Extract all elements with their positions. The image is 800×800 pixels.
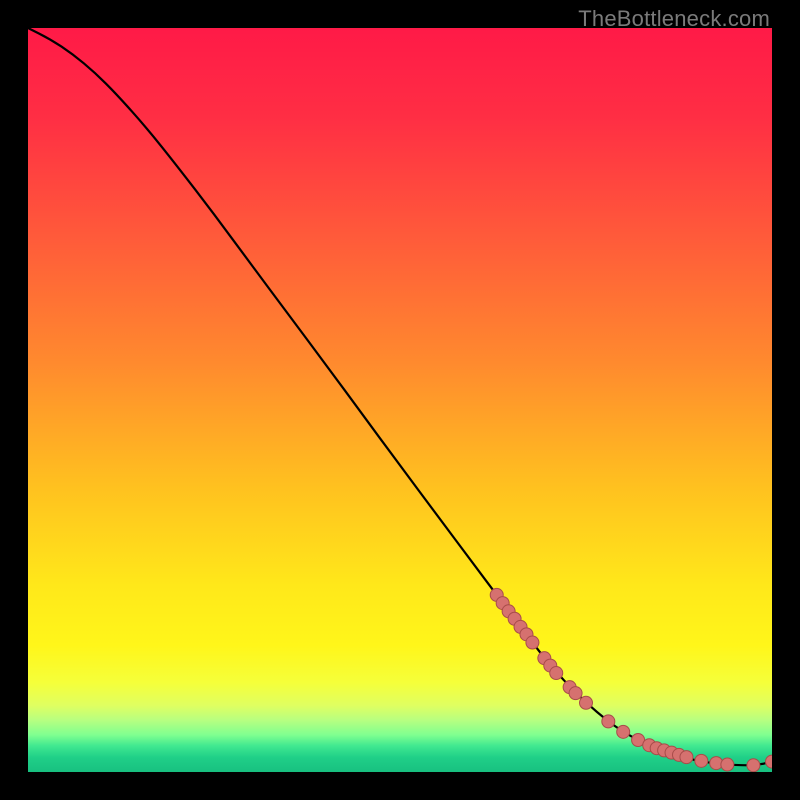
data-point xyxy=(695,754,708,767)
data-point xyxy=(680,751,693,764)
chart-frame xyxy=(28,28,772,772)
bottleneck-chart xyxy=(28,28,772,772)
data-point xyxy=(602,715,615,728)
data-point xyxy=(569,687,582,700)
data-point xyxy=(550,667,563,680)
data-point xyxy=(617,725,630,738)
data-point xyxy=(580,696,593,709)
gradient-background xyxy=(28,28,772,772)
data-point xyxy=(721,758,734,771)
data-point xyxy=(747,759,760,772)
data-point xyxy=(526,636,539,649)
